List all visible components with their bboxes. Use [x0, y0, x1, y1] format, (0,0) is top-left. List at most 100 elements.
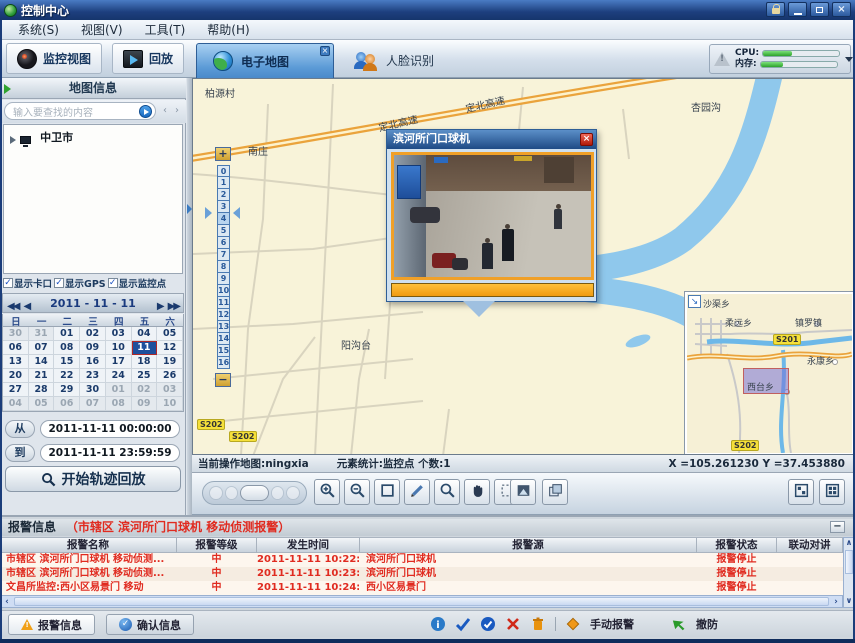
disarm-button[interactable]: [671, 616, 687, 632]
map-canvas[interactable]: 柏源村定北高速定北高速杏园沟南庄阳沟台 S202S202 500米 + 0123…: [192, 78, 855, 455]
calendar-cell[interactable]: 08: [54, 341, 80, 355]
close-button[interactable]: ×: [832, 2, 851, 17]
popup-close-icon[interactable]: ×: [580, 133, 593, 146]
calendar-cell[interactable]: 15: [54, 355, 80, 369]
start-track-playback-button[interactable]: 开始轨迹回放: [5, 466, 181, 492]
calendar-cell[interactable]: 26: [157, 369, 183, 383]
vscroll-thumb[interactable]: [845, 550, 853, 574]
calendar-cell[interactable]: 17: [106, 355, 132, 369]
calendar-cell[interactable]: 09: [80, 341, 106, 355]
column-header-2[interactable]: 发生时间: [257, 538, 360, 554]
layer-checkbox-1[interactable]: ✓显示GPS: [54, 276, 106, 290]
zoom-out-button[interactable]: [344, 479, 370, 505]
trash-button[interactable]: [530, 616, 546, 632]
zoom-level-strip[interactable]: 012345678910111213141516: [217, 165, 230, 369]
zoom-level-10[interactable]: 10: [217, 285, 230, 297]
calendar-cell[interactable]: 21: [29, 369, 55, 383]
search-input[interactable]: 输入要查找的内容: [4, 102, 156, 120]
calendar-cell[interactable]: 09: [132, 397, 158, 411]
minimize-button[interactable]: [788, 2, 807, 17]
collapse-panel-button[interactable]: −: [830, 521, 845, 533]
column-header-5[interactable]: 联动对讲: [777, 538, 843, 554]
overview-minimap[interactable]: 沙渠乡柔远乡镇罗镇永康乡西台乡S201S202 ↘: [685, 292, 854, 455]
zoom-level-4[interactable]: 4: [217, 213, 230, 225]
calendar-cell[interactable]: 08: [106, 397, 132, 411]
calendar-cell[interactable]: 02: [80, 327, 106, 341]
zoom-out-map-button[interactable]: −: [215, 373, 231, 387]
scroll-right-icon[interactable]: ›: [830, 597, 842, 607]
box-zoom-button[interactable]: [374, 479, 400, 505]
slider-thumb[interactable]: [240, 485, 269, 501]
calendar-cell[interactable]: 10: [157, 397, 183, 411]
calendar-cell[interactable]: 04: [132, 327, 158, 341]
menu-item-2[interactable]: 工具(T): [135, 20, 196, 39]
checkbox-icon[interactable]: ✓: [108, 278, 118, 288]
scroll-left-icon[interactable]: ‹: [1, 597, 13, 607]
zoom-select-button[interactable]: [434, 479, 460, 505]
table-row[interactable]: 市辖区 滨河所门口球机 移动侦测...中2011-11-11 10:23:42滨…: [0, 567, 843, 581]
calendar-cell[interactable]: 29: [54, 383, 80, 397]
calendar-cell[interactable]: 03: [106, 327, 132, 341]
calendar-cell[interactable]: 06: [3, 341, 29, 355]
calendar-cell[interactable]: 30: [80, 383, 106, 397]
next-month-icon[interactable]: ▶: [157, 301, 163, 312]
calendar-cell[interactable]: 22: [54, 369, 80, 383]
zoom-in-map-button[interactable]: +: [215, 147, 231, 161]
search-next-icon[interactable]: ›: [172, 101, 182, 121]
search-prev-icon[interactable]: ‹: [160, 101, 170, 121]
zoom-level-1[interactable]: 1: [217, 177, 230, 189]
calendar-cell[interactable]: 06: [54, 397, 80, 411]
checkbox-icon[interactable]: ✓: [3, 278, 13, 288]
calendar-cell[interactable]: 07: [29, 341, 55, 355]
tab-alarm-info[interactable]: 报警信息: [8, 614, 95, 635]
layer-checkbox-2[interactable]: ✓显示监控点: [108, 276, 167, 290]
calendar-cell[interactable]: 12: [157, 341, 183, 355]
monitor-view-button[interactable]: 监控视图: [6, 43, 102, 74]
map-zoom-slider[interactable]: [202, 481, 307, 505]
zoom-in-button[interactable]: [314, 479, 340, 505]
zoom-level-11[interactable]: 11: [217, 297, 230, 309]
search-go-icon[interactable]: [139, 105, 152, 118]
calendar-cell[interactable]: 03: [157, 383, 183, 397]
hscroll-thumb[interactable]: [14, 597, 829, 606]
calendar-cell[interactable]: 02: [132, 383, 158, 397]
column-header-1[interactable]: 报警等级: [177, 538, 257, 554]
calendar-cell[interactable]: 05: [29, 397, 55, 411]
zoom-level-5[interactable]: 5: [217, 225, 230, 237]
column-header-0[interactable]: 报警名称: [0, 538, 177, 554]
calendar-cell[interactable]: 01: [106, 383, 132, 397]
zoom-level-0[interactable]: 0: [217, 165, 230, 177]
layers-button[interactable]: [542, 479, 568, 505]
fit-view-button[interactable]: [788, 479, 814, 505]
table-row[interactable]: 市辖区 滨河所门口球机 移动侦测...中2011-11-11 10:22:33滨…: [0, 553, 843, 567]
to-datetime-input[interactable]: 2011-11-11 23:59:59: [40, 444, 180, 462]
lock-button[interactable]: [766, 2, 785, 17]
camera-video-popup[interactable]: 滨河所门口球机 ×: [386, 129, 597, 302]
zoom-level-14[interactable]: 14: [217, 333, 230, 345]
calendar-cell[interactable]: 16: [80, 355, 106, 369]
calendar-cell[interactable]: 13: [3, 355, 29, 369]
calendar-cell[interactable]: 23: [80, 369, 106, 383]
zoom-level-12[interactable]: 12: [217, 309, 230, 321]
menu-item-1[interactable]: 视图(V): [71, 20, 133, 39]
full-extent-button[interactable]: [819, 479, 845, 505]
zoom-level-7[interactable]: 7: [217, 249, 230, 261]
pan-button[interactable]: [464, 479, 490, 505]
playback-button[interactable]: 回放: [112, 43, 184, 74]
column-header-4[interactable]: 报警状态: [697, 538, 777, 554]
popup-title-bar[interactable]: 滨河所门口球机 ×: [387, 130, 596, 149]
collapse-arrow-icon[interactable]: [4, 84, 11, 94]
calendar-cell[interactable]: 11: [132, 341, 158, 355]
manual-alarm-button[interactable]: [565, 616, 581, 632]
next-year-icon[interactable]: ▶▶: [168, 301, 179, 312]
confirm-button[interactable]: [455, 616, 471, 632]
tab-confirm-info[interactable]: ✓ 确认信息: [106, 614, 194, 635]
restore-button[interactable]: [810, 2, 829, 17]
calendar-cell[interactable]: 24: [106, 369, 132, 383]
column-header-3[interactable]: 报警源: [360, 538, 697, 554]
calendar-cell[interactable]: 20: [3, 369, 29, 383]
table-row[interactable]: 文昌所监控:西小区易景门 移动中2011-11-11 10:24:17西小区易景…: [0, 581, 843, 595]
calendar-cell[interactable]: 07: [80, 397, 106, 411]
horizontal-scrollbar[interactable]: ‹ ›: [0, 595, 843, 608]
calendar-cell[interactable]: 10: [106, 341, 132, 355]
